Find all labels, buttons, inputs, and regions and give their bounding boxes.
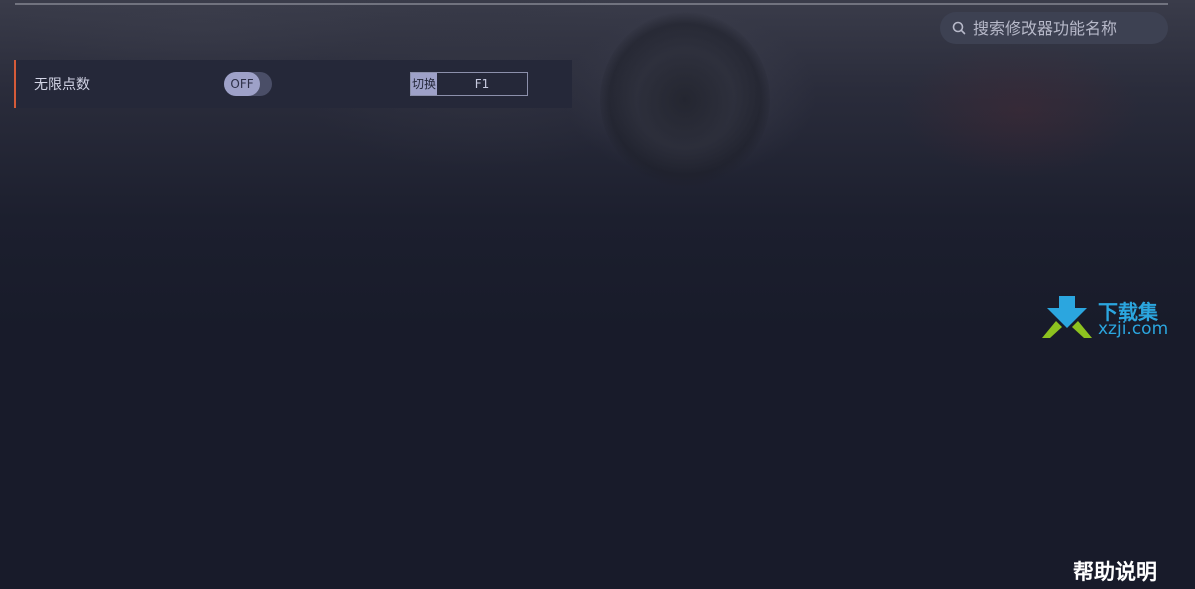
hotkey-key[interactable]: F1 (437, 73, 527, 95)
hotkey-action-label: 切换 (411, 73, 437, 95)
xzji-logo-icon (1040, 296, 1094, 340)
toggle-state-label: OFF (224, 72, 260, 96)
cheat-label: 无限点数 (34, 77, 90, 93)
watermark-url: xzji.com (1098, 319, 1169, 339)
search-icon (952, 21, 966, 35)
cheat-toggle[interactable]: OFF (224, 72, 272, 96)
hotkey-field[interactable]: 切换 F1 (410, 72, 528, 96)
background-wheel (600, 12, 770, 187)
cheat-row: 无限点数 OFF 切换 F1 (14, 60, 572, 108)
help-button[interactable]: 帮助说明 (1073, 556, 1157, 586)
watermark: 下载集 xzji.com (1040, 296, 1180, 340)
search-box[interactable] (940, 12, 1168, 44)
search-input[interactable] (973, 18, 1153, 38)
top-divider (15, 3, 1168, 5)
